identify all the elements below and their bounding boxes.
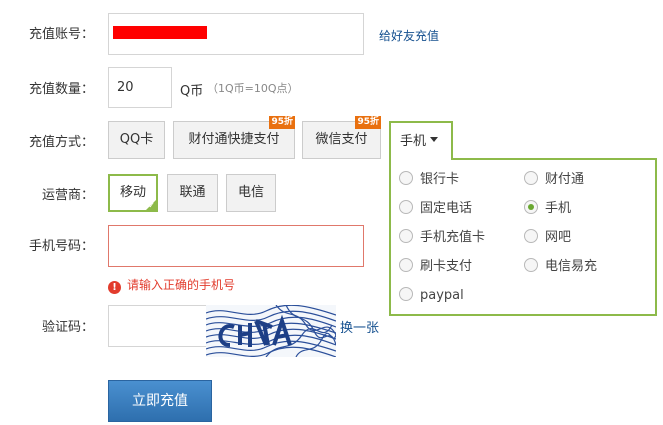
error-text: 请输入正确的手机号: [127, 278, 236, 292]
captcha-image[interactable]: [206, 305, 336, 357]
carrier-option-label: 电信: [237, 185, 264, 200]
radio-internet-cafe[interactable]: 网吧: [524, 229, 571, 247]
method-dropdown-panel: 银行卡 财付通 固定电话 手机 手机充值卡 网吧 刷卡支付 电信易充 paypa…: [389, 158, 657, 316]
redacted-account-mask: [113, 26, 207, 39]
captcha-label: 验证码：: [41, 320, 94, 335]
radio-label: 网吧: [545, 230, 572, 245]
phone-label: 手机号码：: [28, 239, 94, 254]
radio-paypal[interactable]: paypal: [399, 287, 464, 305]
radio-label: 财付通: [545, 172, 585, 187]
recharge-now-button[interactable]: 立即充值: [108, 380, 212, 422]
phone-number-input[interactable]: [108, 225, 364, 267]
quantity-unit: Q币: [180, 84, 204, 99]
radio-circle-icon: [399, 287, 413, 301]
dropdown-selected-label: 手机: [400, 134, 427, 149]
radio-circle-icon: [399, 200, 413, 214]
account-label: 充值账号：: [28, 27, 94, 42]
discount-badge: 95折: [269, 116, 295, 129]
carrier-option-label: 移动: [119, 185, 146, 200]
method-qq-card-button[interactable]: QQ卡: [108, 121, 165, 159]
carrier-telecom-button[interactable]: 电信: [226, 174, 276, 212]
radio-mobile-recharge-card[interactable]: 手机充值卡: [399, 229, 485, 247]
method-option-label: 微信支付: [315, 132, 368, 147]
radio-label: 刷卡支付: [420, 259, 473, 274]
quantity-label: 充值数量：: [28, 82, 94, 97]
error-icon: !: [108, 281, 121, 294]
radio-telecom-easy[interactable]: 电信易充: [524, 258, 597, 276]
radio-circle-icon: [524, 171, 538, 185]
method-option-label: QQ卡: [119, 132, 154, 147]
radio-circle-icon: [524, 229, 538, 243]
check-icon: ✓: [148, 201, 155, 210]
radio-card-swipe[interactable]: 刷卡支付: [399, 258, 472, 276]
radio-mobile[interactable]: 手机: [524, 200, 571, 218]
captcha-input[interactable]: [108, 305, 208, 347]
radio-label: 电信易充: [545, 259, 598, 274]
radio-label: 银行卡: [420, 172, 460, 187]
radio-circle-icon: [524, 258, 538, 272]
recharge-friend-link[interactable]: 给好友充值: [379, 27, 439, 44]
radio-tenpay[interactable]: 财付通: [524, 171, 584, 189]
radio-circle-icon: [399, 171, 413, 185]
radio-circle-icon: [399, 258, 413, 272]
radio-bank-card[interactable]: 银行卡: [399, 171, 459, 189]
carrier-unicom-button[interactable]: 联通: [167, 174, 218, 212]
method-tenpay-quick-button[interactable]: 财付通快捷支付 95折: [173, 116, 295, 159]
carrier-mobile-button[interactable]: 移动 ✓: [108, 174, 158, 212]
radio-label: 手机充值卡: [420, 230, 486, 245]
caret-down-icon: [430, 137, 439, 142]
radio-label: 手机: [545, 201, 572, 216]
method-label: 充值方式：: [28, 135, 94, 150]
quantity-input[interactable]: 20: [108, 67, 172, 108]
discount-badge: 95折: [355, 116, 381, 129]
radio-circle-icon: [399, 229, 413, 243]
method-more-dropdown-toggle[interactable]: 手机: [389, 121, 453, 160]
radio-checked-icon: [524, 200, 538, 214]
method-wechat-pay-button[interactable]: 微信支付 95折: [302, 116, 381, 159]
phone-error-message: ! 请输入正确的手机号: [108, 276, 235, 294]
captcha-refresh-link[interactable]: 换一张: [340, 317, 379, 336]
carrier-label: 运营商：: [41, 188, 94, 203]
method-option-label: 财付通快捷支付: [188, 132, 280, 147]
account-input[interactable]: [108, 13, 364, 55]
carrier-option-label: 联通: [179, 185, 206, 200]
radio-landline[interactable]: 固定电话: [399, 200, 472, 218]
quantity-rate-note: （1Q币=10Q点）: [207, 82, 299, 95]
radio-label: 固定电话: [420, 201, 473, 216]
radio-label: paypal: [420, 288, 464, 303]
